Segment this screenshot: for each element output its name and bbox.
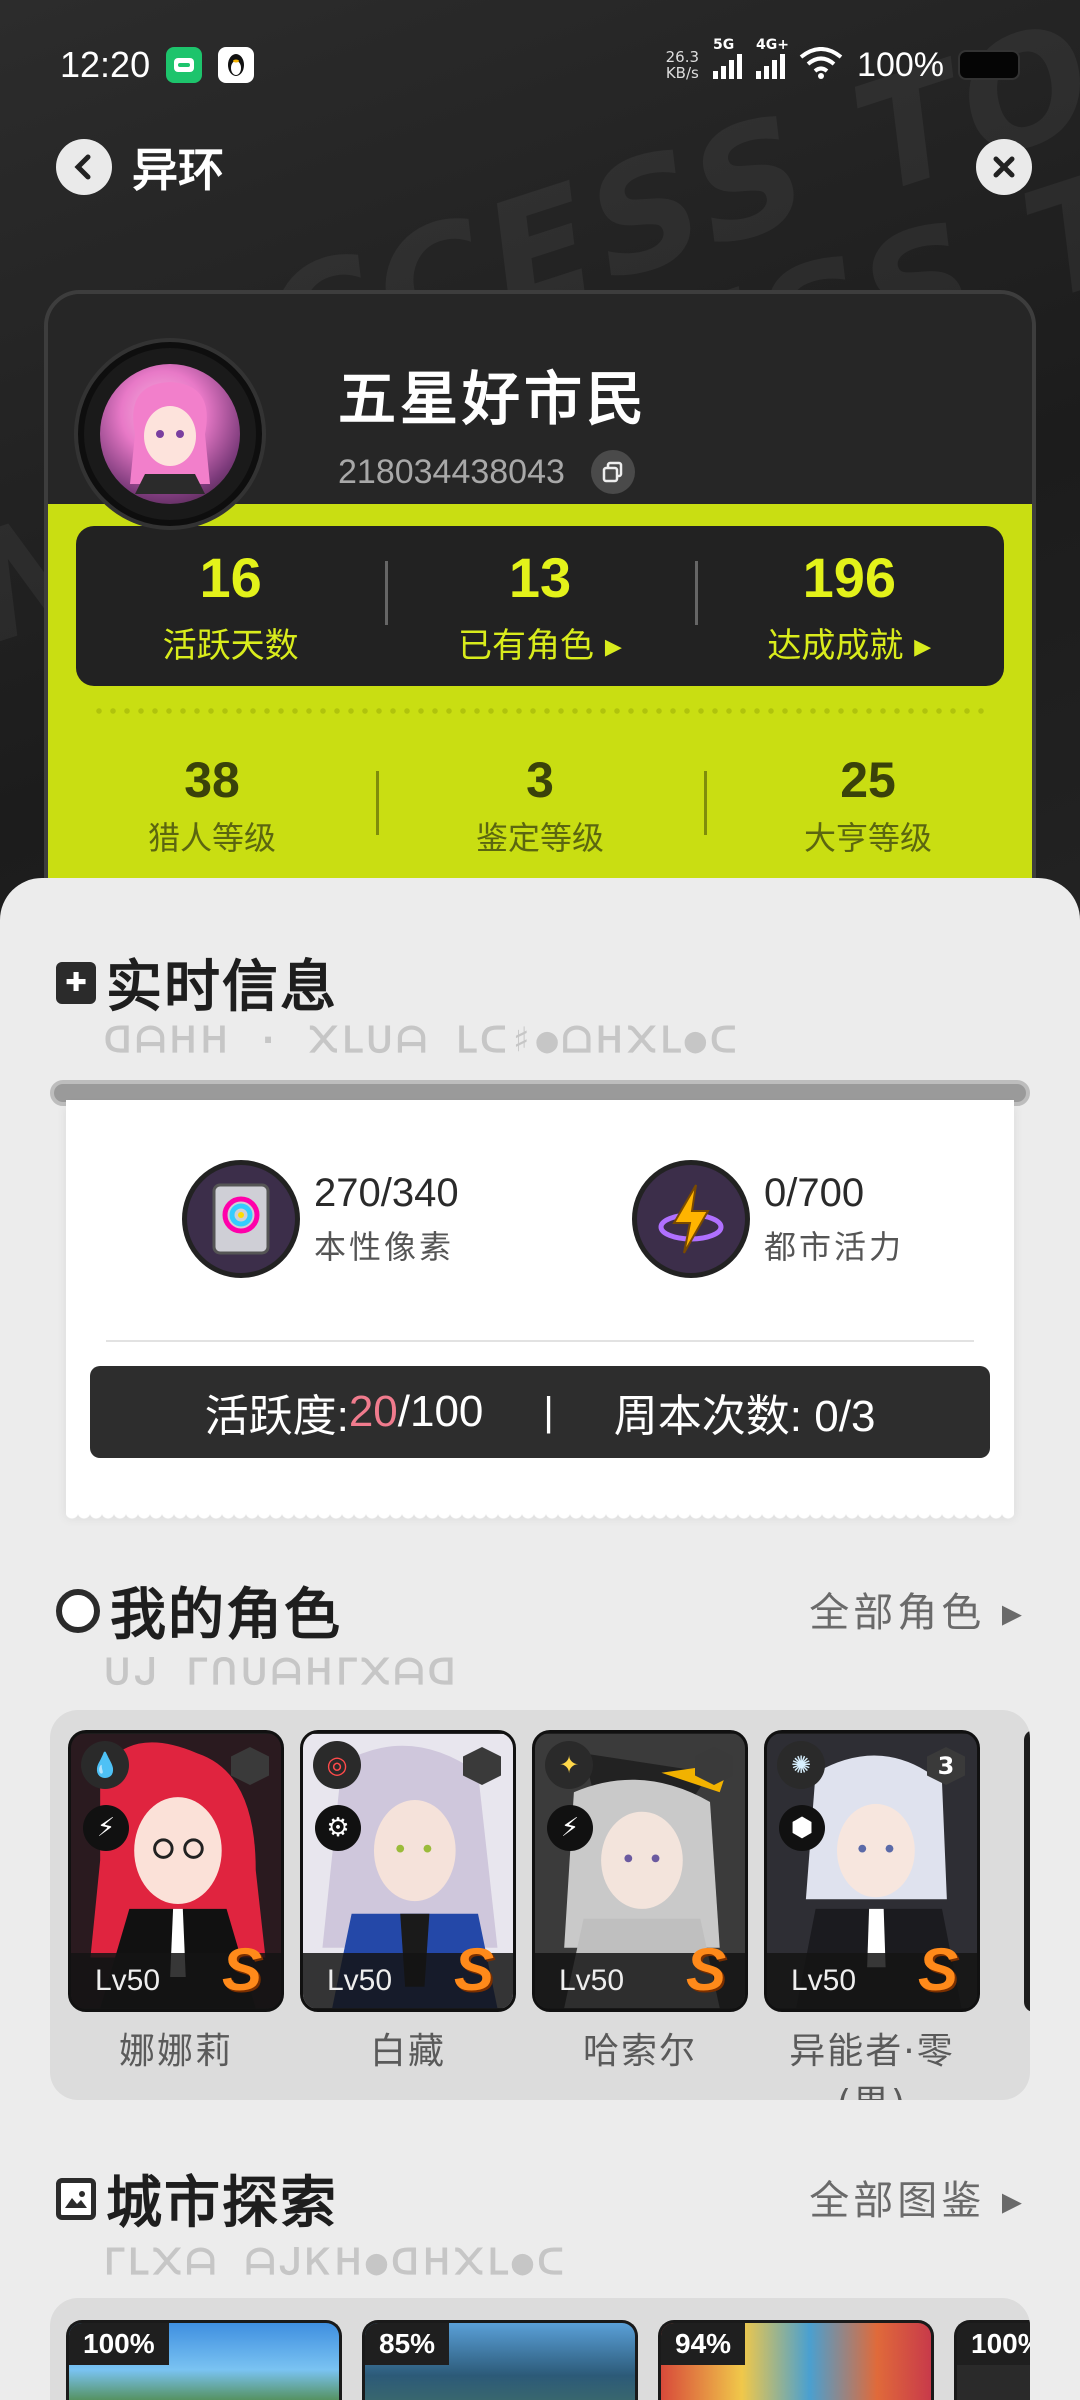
characters-title: 我的角色	[110, 1583, 342, 1648]
copy-icon	[602, 461, 623, 483]
element-light-icon: ✦	[545, 1741, 593, 1789]
character-name: 异能者·零(男)	[789, 2031, 955, 2100]
all-characters-link[interactable]: 全部角色 ▸	[809, 1580, 1026, 1638]
stat-tycoon-level: 25 大亨等级	[704, 751, 1032, 859]
avatar[interactable]	[78, 342, 262, 526]
wifi-icon	[799, 47, 843, 83]
lightning-type-icon: ⚡	[83, 1805, 129, 1851]
all-gallery-link[interactable]: 全部图鉴 ▸	[809, 2168, 1026, 2226]
city-exploration-list: 100% 85% 94% 100%	[50, 2298, 1030, 2400]
title-bar: 异环	[56, 134, 1032, 200]
uid-row: 218034438043	[338, 450, 635, 494]
city-progress: 100%	[69, 2323, 169, 2365]
nickname: 五星好市民	[338, 365, 649, 433]
stat-appraisal-level: 3 鉴定等级	[376, 751, 704, 859]
city-progress: 94%	[661, 2323, 746, 2365]
activity-separator: |	[543, 1389, 554, 1434]
pixel-label: 本性像素	[314, 1227, 455, 1266]
realtime-title: 实时信息	[106, 955, 338, 1020]
user-id: 218034438043	[338, 452, 565, 491]
chevron-left-icon	[74, 154, 91, 180]
city-card[interactable]: 85%	[362, 2320, 638, 2400]
realtime-info-icon: ✚	[56, 961, 96, 1004]
realtime-panel: 270/340 本性像素 0/700 都市活力 活跃度: 20 /100 | 周…	[66, 1100, 1014, 1524]
summary-stats: 16 活跃天数 13 已有角色 ▸ 196 达成成就 ▸	[76, 526, 1004, 686]
network-speed: 26.3 KB/s	[665, 48, 700, 82]
avatar-image	[100, 364, 240, 504]
status-time: 12:20	[60, 44, 151, 85]
next-card-peek	[1024, 1730, 1030, 2012]
character-name: 哈索尔	[582, 2031, 697, 2072]
pixel-value: 270/340	[314, 1170, 459, 1215]
realtime-subtitle: ᗡᗩᕼᕼ · ᙭ᒪᑌᗩ ᒪᑕ♯●ᗝᕼ᙭ᒪ●ᑕ	[104, 1020, 741, 1061]
stat-owned-characters[interactable]: 13 已有角色 ▸	[385, 545, 694, 667]
weekly-count: 周本次数: 0/3	[613, 1392, 876, 1441]
element-fire-icon: ◎	[313, 1741, 361, 1789]
city-subtitle: ᒥᒪ᙭ᗩ ᗩᒍᏦᕼ●ᗡᕼ᙭ᒪ●ᑕ	[104, 2242, 568, 2283]
back-button[interactable]	[56, 139, 112, 195]
character-name: 白藏	[369, 2031, 446, 2072]
realtime-section-header: ✚ 实时信息	[56, 942, 338, 1023]
city-card[interactable]: 100%	[954, 2320, 1030, 2400]
city-section-header: 城市探索	[56, 2158, 338, 2239]
city-progress: 100%	[957, 2323, 1030, 2365]
rank-badge: S	[917, 1936, 959, 2003]
profile-card: 五星好市民 218034438043 16 活跃天数 13 已有角色 ▸ 196…	[44, 290, 1036, 930]
activity-total: /100	[397, 1387, 484, 1436]
energy-bolt-icon	[632, 1160, 750, 1278]
rank-badge: S	[685, 1936, 727, 2003]
character-card[interactable]: ✦ ⚡ Lv50 S	[532, 1730, 748, 2012]
panel-divider	[106, 1340, 974, 1342]
pixel-card-icon	[182, 1160, 300, 1278]
city-title: 城市探索	[106, 2171, 338, 2236]
status-bar: 12:20 26.3 KB/s 5G 4G+ 100%	[0, 0, 1080, 130]
characters-section-header: 我的角色	[56, 1570, 342, 1651]
rank-badge: S	[453, 1936, 495, 2003]
pixel-stat: 270/340 本性像素	[182, 1160, 459, 1278]
rank-badge: S	[221, 1936, 263, 2003]
close-button[interactable]	[976, 139, 1032, 195]
stat-active-days: 16 活跃天数	[162, 546, 299, 666]
vitality-value: 0/700	[764, 1170, 865, 1215]
cube-type-icon: ⬢	[779, 1805, 825, 1851]
character-icon	[56, 1588, 100, 1633]
character-card[interactable]: 💧 ⚡ Lv50 S	[68, 1730, 284, 2012]
close-icon	[993, 156, 1015, 178]
city-progress: 85%	[365, 2323, 450, 2365]
activity-label: 活跃度:	[204, 1392, 349, 1441]
character-card[interactable]: ✺ 3 ⬢ Lv50 S	[764, 1730, 980, 2012]
battery-percent: 100%	[857, 45, 944, 84]
activity-current: 20	[348, 1387, 398, 1436]
city-card[interactable]: 100%	[66, 2320, 342, 2400]
penguin-app-icon	[218, 47, 255, 83]
stat-achievements[interactable]: 196 达成成就 ▸	[694, 545, 1004, 667]
vitality-stat: 0/700 都市活力	[632, 1160, 904, 1278]
stat-hunter-level: 38 猎人等级	[147, 752, 276, 857]
gear-type-icon: ⚙	[315, 1805, 361, 1851]
level-stats: 38 猎人等级 3 鉴定等级 25 大亨等级	[48, 730, 1032, 880]
lightning-type-icon: ⚡	[547, 1805, 593, 1851]
signal-sim2-icon: 4G+	[756, 37, 789, 79]
character-list: 💧 ⚡ Lv50 S 娜娜莉 ◎ ⚙ Lv50 S 白藏 ✦ ⚡ Lv50 S …	[50, 1710, 1030, 2100]
activity-bar: 活跃度: 20 /100 | 周本次数: 0/3	[90, 1366, 990, 1458]
message-app-icon	[166, 47, 203, 83]
element-cosmic-icon: ✺	[777, 1741, 825, 1789]
dotted-divider	[92, 708, 992, 714]
characters-subtitle: ᑌᒍ ᒥᑎᑌᗩᕼᒥ᙭ᗩᗡ	[104, 1652, 460, 1693]
signal-sim1-icon: 5G	[713, 37, 743, 79]
page-title: 异环	[132, 143, 224, 197]
character-name: 娜娜莉	[118, 2031, 233, 2072]
copy-uid-button[interactable]	[590, 450, 635, 494]
character-card[interactable]: ◎ ⚙ Lv50 S	[300, 1730, 516, 2012]
element-water-icon: 💧	[81, 1741, 129, 1789]
image-gallery-icon	[56, 2177, 96, 2220]
battery-icon	[958, 50, 1020, 80]
vitality-label: 都市活力	[764, 1227, 905, 1266]
city-card[interactable]: 94%	[658, 2320, 934, 2400]
